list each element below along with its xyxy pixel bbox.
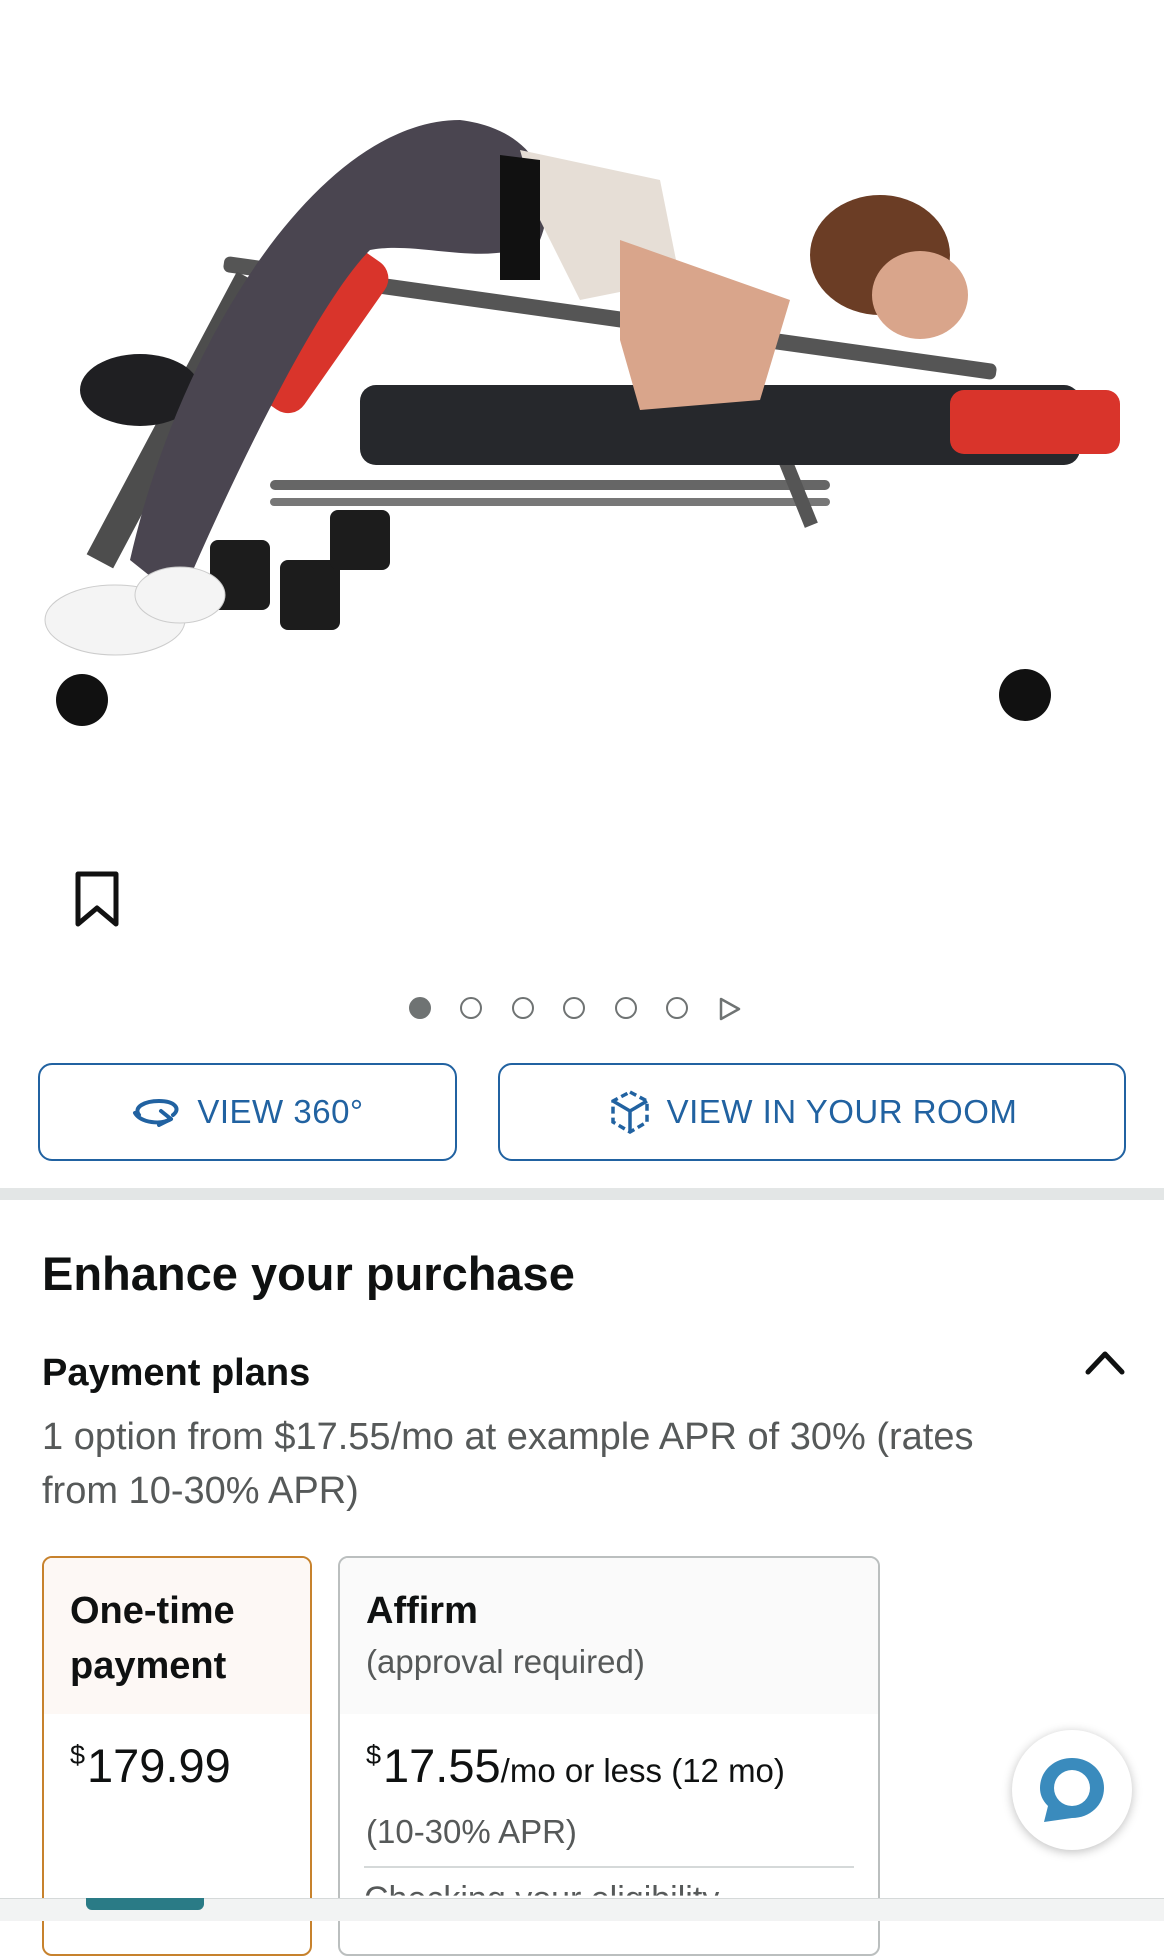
affirm-payment-card[interactable]: Affirm (approval required) $17.55/mo or … (338, 1556, 880, 1956)
currency-symbol: $ (70, 1740, 86, 1770)
payment-plans-title: Payment plans (42, 1352, 311, 1394)
card-subtitle: (approval required) (366, 1643, 645, 1680)
price-amount: 179.99 (87, 1739, 231, 1792)
monthly-price: $17.55/mo or less (12 mo) (340, 1714, 878, 1817)
price: $179.99 (44, 1714, 310, 1817)
carousel-indicator (0, 997, 1164, 1027)
one-time-payment-card[interactable]: One-time payment $179.99 (42, 1556, 312, 1956)
card-title: One-time payment (70, 1590, 235, 1687)
carousel-dot[interactable] (512, 997, 534, 1019)
carousel-dot[interactable] (563, 997, 585, 1019)
product-image (44, 120, 1120, 726)
view-360-label: VIEW 360° (197, 1093, 364, 1130)
carousel-dot[interactable] (409, 997, 431, 1019)
carousel-dot[interactable] (460, 997, 482, 1019)
product-image-area[interactable] (0, 0, 1164, 1021)
section-divider (0, 1188, 1164, 1200)
card-divider (364, 1866, 854, 1868)
play-icon[interactable] (716, 996, 742, 1022)
chat-bubble-icon (1040, 1758, 1104, 1822)
bookmark-icon[interactable] (72, 870, 122, 930)
rotate-360-icon (133, 1098, 179, 1127)
view-360-button[interactable]: VIEW 360° (38, 1063, 457, 1161)
view-in-room-button[interactable]: VIEW IN YOUR ROOM (498, 1063, 1126, 1161)
price-amount: 17.55 (383, 1739, 501, 1792)
chat-button[interactable] (1012, 1730, 1132, 1850)
currency-symbol: $ (366, 1740, 382, 1770)
section-title: Enhance your purchase (42, 1247, 575, 1300)
chevron-up-icon[interactable] (1082, 1344, 1128, 1380)
ar-cube-icon (610, 1090, 649, 1135)
carousel-dot[interactable] (615, 997, 637, 1019)
payment-plans-description: 1 option from $17.55/mo at example APR o… (42, 1416, 974, 1512)
card-title: Affirm (366, 1590, 478, 1632)
active-tab-indicator (86, 1898, 204, 1910)
price-unit: /mo or less (12 mo) (500, 1752, 785, 1789)
carousel-dot[interactable] (666, 997, 688, 1019)
apr-range: (10-30% APR) (366, 1813, 577, 1850)
view-in-room-label: VIEW IN YOUR ROOM (666, 1093, 1018, 1130)
